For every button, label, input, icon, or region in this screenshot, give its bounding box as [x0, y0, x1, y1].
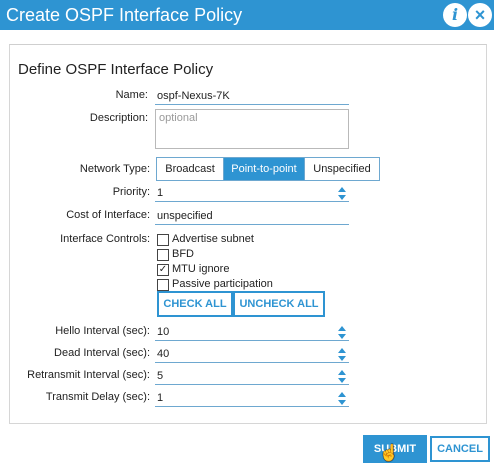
retransmit-interval-input[interactable]: 5: [155, 368, 349, 385]
priority-label: Priority:: [112, 186, 150, 198]
spinner-up-icon[interactable]: [338, 348, 346, 353]
checkbox[interactable]: [157, 279, 169, 291]
checkbox[interactable]: [157, 234, 169, 246]
retransmit-interval-spinner[interactable]: [338, 370, 346, 384]
info-icon[interactable]: i: [443, 3, 467, 27]
dead-interval-spinner[interactable]: [338, 348, 346, 362]
checkbox-label: MTU ignore: [172, 263, 230, 275]
spinner-up-icon[interactable]: [338, 187, 346, 192]
network-type-selector: Broadcast Point-to-point Unspecified: [156, 157, 380, 181]
transmit-delay-label: Transmit Delay (sec):: [45, 391, 150, 403]
checkmark-icon: ✓: [158, 264, 168, 275]
name-input[interactable]: ospf-Nexus-7K: [155, 88, 349, 105]
network-type-unspecified[interactable]: Unspecified: [305, 158, 379, 180]
checkbox-label: Advertise subnet: [172, 233, 254, 245]
checkbox[interactable]: ✓: [157, 264, 169, 276]
checkbox-label: Passive participation: [172, 278, 273, 290]
spinner-down-icon[interactable]: [338, 195, 346, 200]
hello-interval-spinner[interactable]: [338, 326, 346, 340]
uncheck-all-button[interactable]: UNCHECK ALL: [233, 291, 325, 317]
priority-input[interactable]: 1: [155, 185, 349, 202]
spinner-up-icon[interactable]: [338, 392, 346, 397]
retransmit-interval-label: Retransmit Interval (sec):: [27, 369, 150, 381]
spinner-up-icon[interactable]: [338, 370, 346, 375]
spinner-down-icon[interactable]: [338, 334, 346, 339]
transmit-delay-spinner[interactable]: [338, 392, 346, 406]
cost-label: Cost of Interface:: [66, 209, 150, 221]
transmit-delay-input[interactable]: 1: [155, 390, 349, 407]
close-icon[interactable]: ×: [468, 3, 492, 27]
hello-interval-input[interactable]: 10: [155, 324, 349, 341]
spinner-down-icon[interactable]: [338, 400, 346, 405]
spinner-down-icon[interactable]: [338, 378, 346, 383]
check-all-button[interactable]: CHECK ALL: [157, 291, 233, 317]
name-label: Name:: [115, 89, 148, 101]
spinner-down-icon[interactable]: [338, 356, 346, 361]
network-type-point-to-point[interactable]: Point-to-point: [224, 158, 305, 180]
form-heading: Define OSPF Interface Policy: [18, 61, 214, 78]
priority-spinner[interactable]: [338, 187, 346, 201]
checkbox-label: BFD: [172, 248, 194, 260]
dialog-title: Create OSPF Interface Policy: [6, 5, 243, 25]
dead-interval-label: Dead Interval (sec):: [54, 347, 150, 359]
description-input[interactable]: optional: [155, 109, 349, 149]
hello-interval-label: Hello Interval (sec):: [55, 325, 150, 337]
network-type-label: Network Type:: [79, 163, 150, 175]
checkbox[interactable]: [157, 249, 169, 261]
description-label: Description:: [89, 112, 148, 124]
interface-controls-label: Interface Controls:: [60, 233, 150, 245]
cost-input[interactable]: unspecified: [155, 208, 349, 225]
cancel-button[interactable]: CANCEL: [430, 436, 490, 462]
network-type-broadcast[interactable]: Broadcast: [157, 158, 224, 180]
dialog-titlebar: Create OSPF Interface Policy i ×: [0, 0, 494, 30]
hand-pointer-icon: ☝: [379, 445, 399, 462]
spinner-up-icon[interactable]: [338, 326, 346, 331]
dead-interval-input[interactable]: 40: [155, 346, 349, 363]
